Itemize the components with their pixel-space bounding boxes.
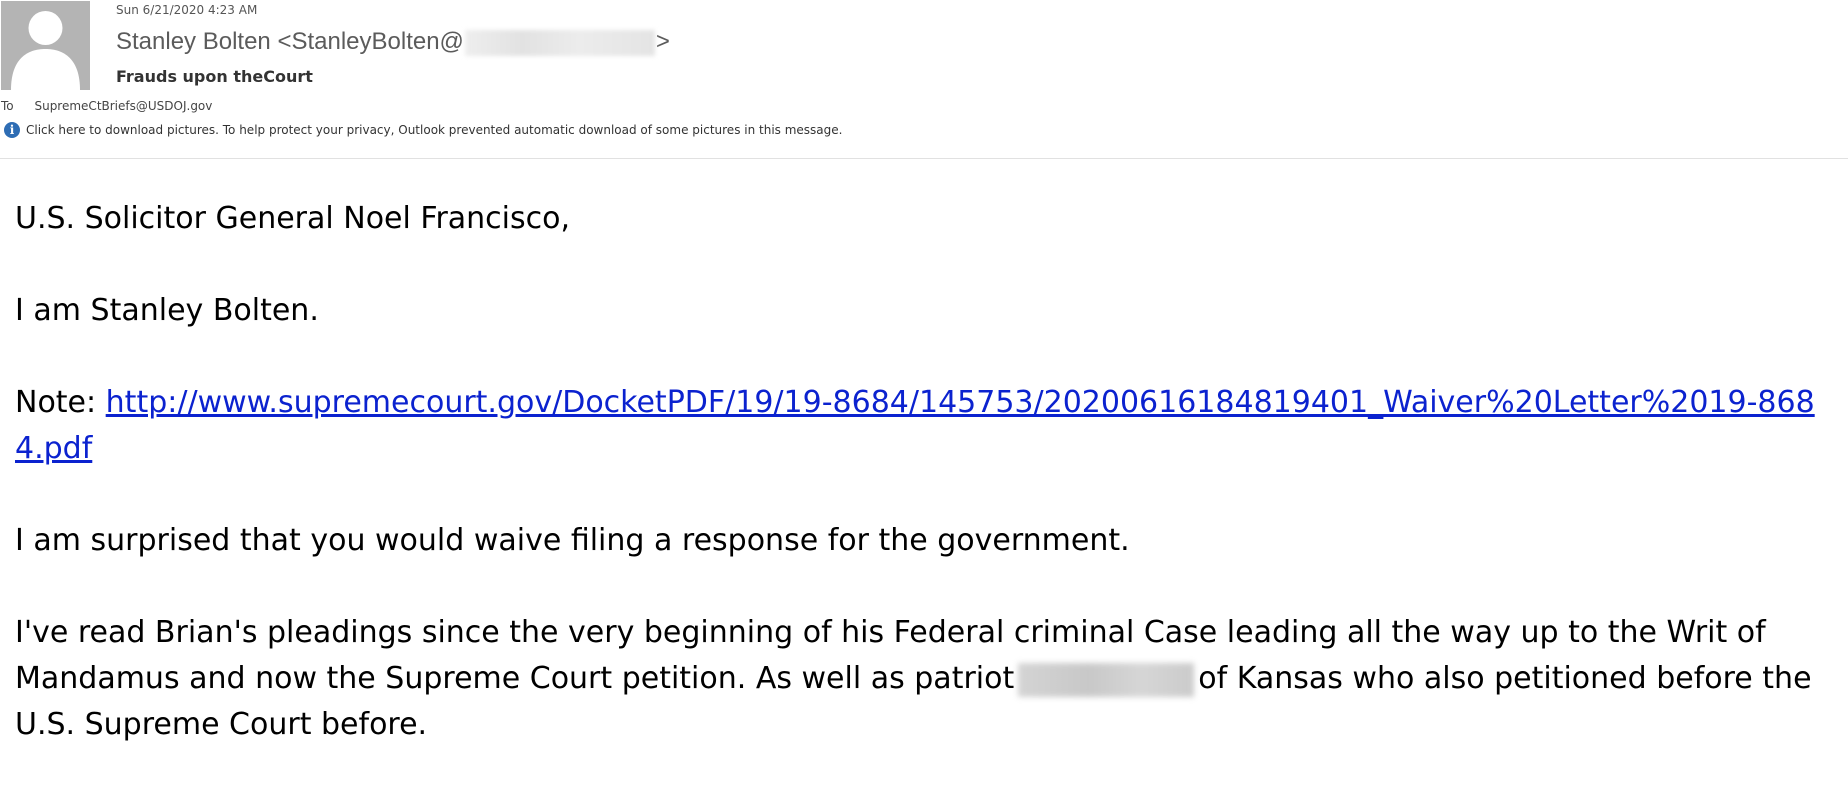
recipient-row: To SupremeCtBriefs@USDOJ.gov <box>1 99 212 113</box>
to-label: To <box>1 99 14 113</box>
greeting: U.S. Solicitor General Noel Francisco, <box>15 201 571 236</box>
recipient-address[interactable]: SupremeCtBriefs@USDOJ.gov <box>34 99 212 113</box>
surprised-line: I am surprised that you would waive fili… <box>15 523 1130 558</box>
sender-avatar[interactable] <box>1 1 90 90</box>
docket-pdf-link[interactable]: http://www.supremecourt.gov/DocketPDF/19… <box>15 385 1815 466</box>
redacted-name <box>1018 662 1195 697</box>
message-header: Sun 6/21/2020 4:23 AM Stanley Bolten <St… <box>0 0 1848 159</box>
pleadings-paragraph: I've read Brian's pleadings since the ve… <box>15 610 1830 748</box>
note-label: Note: <box>15 385 106 420</box>
download-pictures-message[interactable]: Click here to download pictures. To help… <box>26 123 842 137</box>
sender-name-email: Stanley Bolten <StanleyBolten@ <box>116 28 464 55</box>
message-subject: Frauds upon theCourt <box>116 67 313 86</box>
person-silhouette-icon <box>1 1 90 90</box>
intro-line: I am Stanley Bolten. <box>15 293 319 328</box>
info-icon: i <box>4 122 20 138</box>
sender-line[interactable]: Stanley Bolten <StanleyBolten@ > <box>116 28 670 56</box>
note-paragraph: Note: http://www.supremecourt.gov/Docket… <box>15 380 1830 472</box>
redacted-email-domain <box>464 29 655 56</box>
message-date: Sun 6/21/2020 4:23 AM <box>116 3 258 17</box>
download-pictures-infobar[interactable]: i Click here to download pictures. To he… <box>4 122 842 138</box>
sender-email-close: > <box>655 28 670 55</box>
message-body: U.S. Solicitor General Noel Francisco, I… <box>15 196 1830 794</box>
